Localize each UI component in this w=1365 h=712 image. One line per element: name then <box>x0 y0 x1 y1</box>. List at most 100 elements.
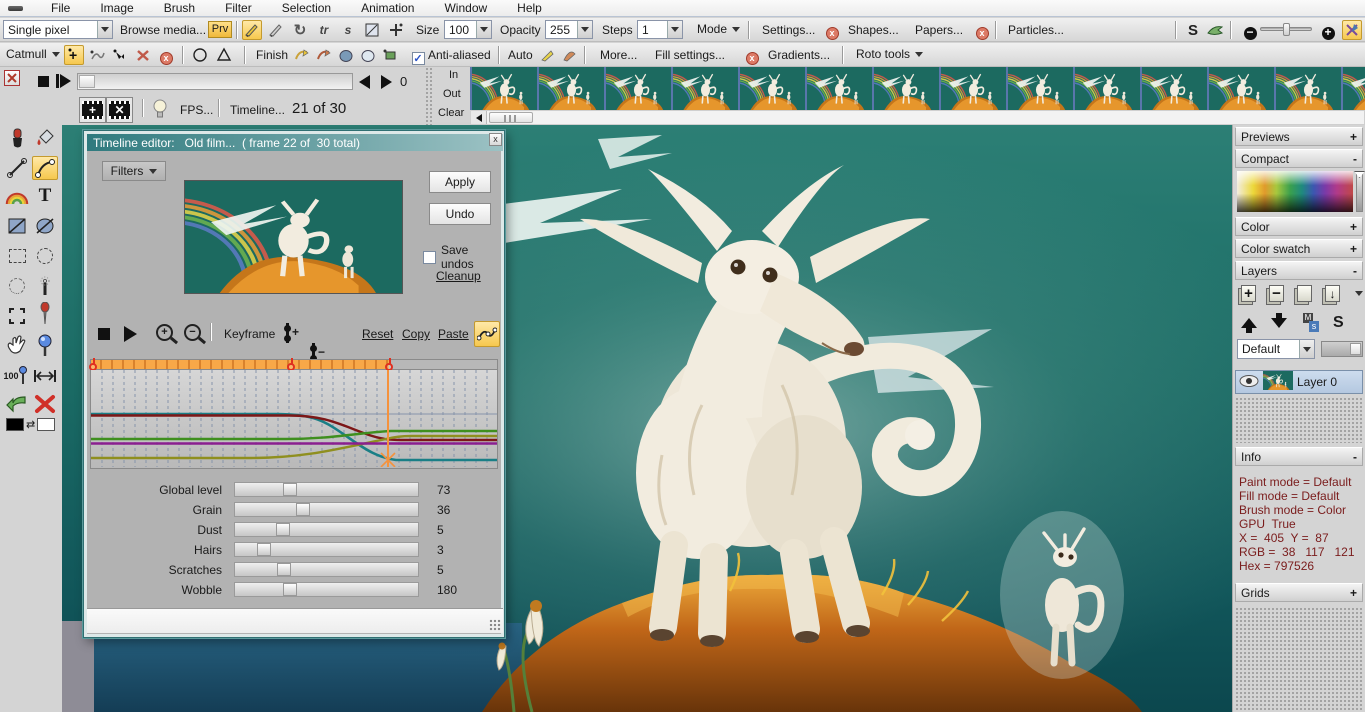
scroll-left-icon[interactable] <box>471 111 487 124</box>
menu-image[interactable]: Image <box>98 1 135 15</box>
resize-grip[interactable] <box>489 619 501 631</box>
stroke-red-icon[interactable] <box>314 45 334 65</box>
gradient-tool-icon[interactable] <box>4 186 30 210</box>
brush-tool-icon[interactable] <box>30 98 56 122</box>
zoom-in-button[interactable]: + <box>1318 23 1338 43</box>
compact-header[interactable]: Compact - <box>1235 149 1363 168</box>
lightbulb-icon[interactable] <box>152 98 168 123</box>
filmstrip-frame[interactable] <box>738 67 805 110</box>
fit-view-tool-icon[interactable] <box>32 364 58 388</box>
airbrush-tool-icon[interactable] <box>4 126 30 150</box>
filmstrip-scrollbar[interactable] <box>470 110 1365 125</box>
close-animation-button[interactable] <box>4 70 20 86</box>
auto-stroke-red-icon[interactable] <box>560 45 580 65</box>
filmstrip-frame[interactable] <box>872 67 939 110</box>
parameter-curve-editor[interactable] <box>90 370 498 469</box>
stop-button[interactable] <box>38 76 49 87</box>
draw-line-tool-icon[interactable] <box>266 20 286 40</box>
menu-brush[interactable]: Brush <box>162 1 197 15</box>
menu-animation[interactable]: Animation <box>359 1 416 15</box>
line-tool-icon[interactable] <box>4 156 30 180</box>
brush-mode-icon[interactable] <box>1342 20 1362 40</box>
info-header[interactable]: Info - <box>1235 447 1363 466</box>
move-layer-up-button[interactable] <box>1241 318 1257 333</box>
filters-dropdown[interactable]: Filters <box>102 161 166 181</box>
fill-blue-icon[interactable] <box>336 45 356 65</box>
papers-close-icon[interactable]: x <box>972 23 992 43</box>
previews-header[interactable]: Previews + <box>1235 127 1363 146</box>
close-spline-icon[interactable]: x <box>156 48 176 68</box>
prev-frame-button[interactable] <box>359 75 370 89</box>
zoom-out-button[interactable]: − <box>1240 23 1260 43</box>
menu-help[interactable]: Help <box>515 1 544 15</box>
timeline-ruler[interactable] <box>89 358 498 371</box>
color-swatch-header[interactable]: Color swatch + <box>1235 239 1363 258</box>
gradients-button[interactable]: Gradients... <box>768 48 830 62</box>
swoosh-icon[interactable] <box>1205 20 1225 40</box>
hairs-slider[interactable] <box>234 542 419 557</box>
brush-type-select[interactable]: Single pixel <box>3 20 113 39</box>
filmstrip-frame[interactable] <box>1073 67 1140 110</box>
add-frame-button[interactable]: + <box>79 97 106 123</box>
filmstrip-frame[interactable] <box>604 67 671 110</box>
fill-tool-icon[interactable] <box>32 126 58 150</box>
undo-button[interactable]: Undo <box>429 203 491 225</box>
scrollbar-thumb[interactable] <box>489 112 533 123</box>
view-zoom-slider[interactable] <box>1260 23 1312 36</box>
scratches-slider[interactable] <box>234 562 419 577</box>
color-header[interactable]: Color + <box>1235 217 1363 236</box>
layers-header[interactable]: Layers - <box>1235 261 1363 280</box>
compact-color-picker[interactable] <box>1237 171 1353 212</box>
opacity-select[interactable]: 255 <box>545 20 593 39</box>
text-tool-icon[interactable]: T <box>32 184 58 208</box>
size-select[interactable]: 100 <box>444 20 492 39</box>
filled-ellipse-tool-icon[interactable] <box>32 214 58 238</box>
filled-rect-tool-icon[interactable] <box>4 214 30 238</box>
delete-x-icon[interactable] <box>32 392 58 416</box>
preview-button[interactable]: Prv <box>208 21 232 38</box>
primary-color-swatch[interactable] <box>6 418 24 431</box>
filmstrip-frame[interactable] <box>1207 67 1274 110</box>
filmstrip-frame[interactable] <box>1341 67 1365 110</box>
spline-type-dropdown[interactable]: Catmull <box>6 47 60 61</box>
filmstrip-frame[interactable] <box>537 67 604 110</box>
magic-wand-tool-icon[interactable] <box>32 274 58 298</box>
mask-badge-icon[interactable]: M s <box>1301 313 1319 333</box>
browse-media-button[interactable]: Browse media... <box>120 23 206 37</box>
auto-stroke-yellow-icon[interactable] <box>538 45 558 65</box>
save-undos-checkbox[interactable] <box>423 250 436 264</box>
add-layer-button[interactable]: + <box>1241 285 1256 302</box>
timeline-scrubber[interactable] <box>77 73 353 90</box>
menu-file[interactable]: File <box>49 1 72 15</box>
add-point-icon[interactable]: + <box>64 45 84 65</box>
app-icon[interactable] <box>8 5 23 11</box>
delete-frame-button[interactable]: ✕ <box>106 97 133 123</box>
s-curve-icon[interactable]: S <box>1183 20 1203 40</box>
wobble-slider[interactable] <box>234 582 419 597</box>
draw-tool-icon[interactable] <box>242 20 262 40</box>
curve-mode-icon[interactable] <box>474 321 500 347</box>
menu-selection[interactable]: Selection <box>280 1 333 15</box>
stroke-yellow-icon[interactable] <box>292 45 312 65</box>
antialiased-checkbox[interactable]: ✓ <box>408 48 428 68</box>
filmstrip-frame[interactable] <box>805 67 872 110</box>
frame-icon[interactable] <box>362 20 382 40</box>
circle-shape-icon[interactable] <box>190 45 210 65</box>
filmstrip-frame[interactable] <box>1006 67 1073 110</box>
rect-select-tool-icon[interactable] <box>4 244 30 268</box>
zoom-in-timeline-icon[interactable]: + <box>156 324 173 341</box>
color-picker-tool-icon[interactable] <box>32 302 58 326</box>
transform-icon[interactable]: tr <box>314 20 334 40</box>
solo-layer-icon[interactable]: S <box>1333 314 1344 332</box>
filmstrip-frame[interactable] <box>470 67 537 110</box>
clear-button[interactable]: Clear <box>438 107 464 119</box>
paste-link[interactable]: Paste <box>438 327 469 341</box>
more-button[interactable]: More... <box>600 48 637 62</box>
zoom-100-tool-icon[interactable]: 100 <box>2 364 28 388</box>
particles-button[interactable]: Particles... <box>1008 23 1064 37</box>
step-play-button[interactable] <box>56 74 71 88</box>
smear-icon[interactable]: s <box>338 20 358 40</box>
pan-hand-tool-icon[interactable] <box>4 334 30 358</box>
filmstrip-frame[interactable] <box>939 67 1006 110</box>
secondary-color-swatch[interactable] <box>37 418 56 431</box>
